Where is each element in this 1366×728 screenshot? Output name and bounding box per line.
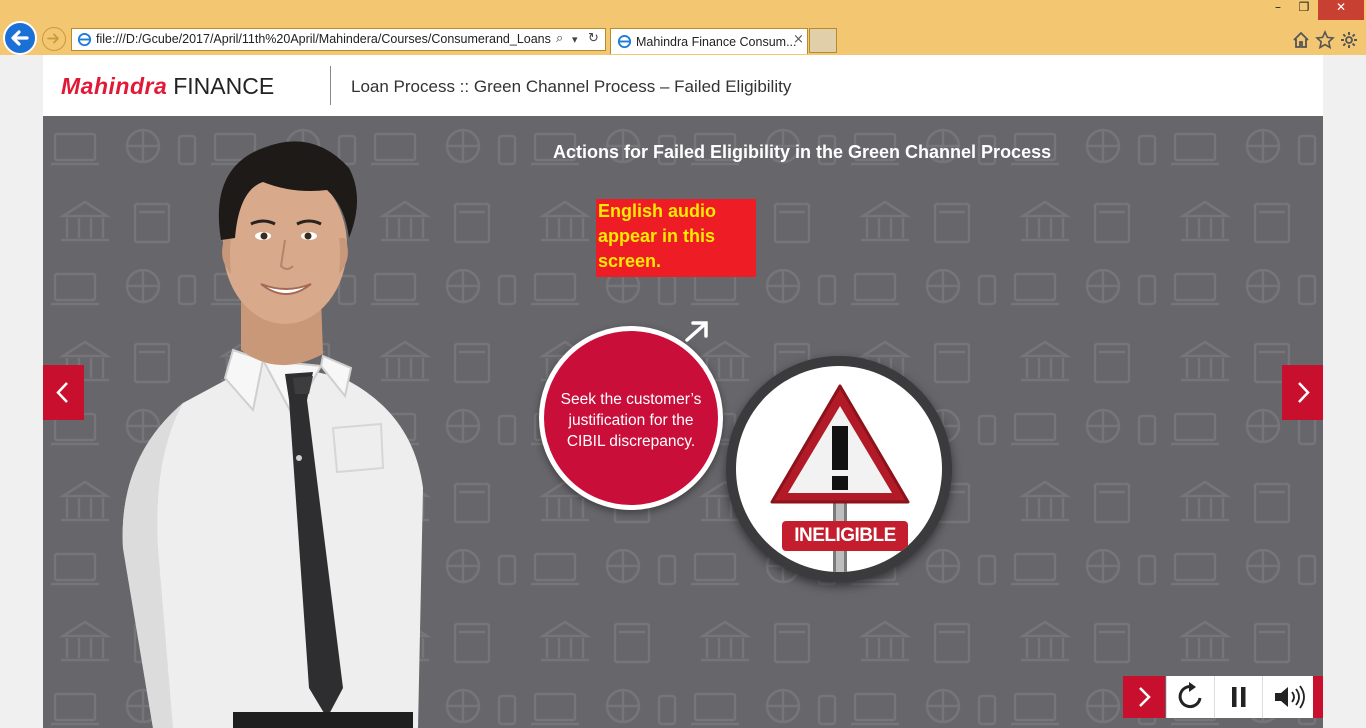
slide-stage: Actions for Failed Eligibility in the Gr… [43, 116, 1323, 728]
controls-edge [1313, 676, 1323, 718]
chevron-left-icon [56, 382, 68, 403]
refresh-icon[interactable]: ↻ [588, 31, 599, 46]
course-header: Mahindra FINANCE Loan Process :: Green Ch… [43, 55, 1323, 116]
audio-note-box: English audio appear in this screen. [596, 199, 756, 277]
tab-close-icon[interactable]: × [793, 32, 804, 47]
search-icon[interactable]: ⌕ [556, 31, 563, 46]
logo-product: FINANCE [173, 73, 275, 99]
back-arrow-icon [11, 30, 29, 46]
next-slide-button[interactable] [1282, 365, 1323, 420]
ineligible-circle: INELIGIBLE [726, 356, 952, 582]
restore-button[interactable]: ❐ [1292, 0, 1316, 20]
player-controls [1123, 676, 1323, 718]
browser-tab[interactable]: Mahindra Finance Consum... × [610, 28, 808, 54]
chevron-right-icon [1139, 687, 1151, 707]
audio-note-line: English audio [598, 201, 717, 221]
seek-justification-circle: Seek the customer’s justification for th… [539, 326, 723, 510]
seek-line: justification for the [568, 412, 694, 429]
pause-icon [1232, 687, 1246, 707]
address-dropdown-icon[interactable]: ▾ [572, 33, 578, 46]
volume-icon [1275, 685, 1305, 709]
minimize-button[interactable]: – [1266, 0, 1290, 20]
prev-slide-button[interactable] [43, 365, 84, 420]
seek-line: CIBIL discrepancy. [566, 433, 696, 450]
address-bar[interactable]: file:///D:/Gcube/2017/April/11th%20April… [71, 28, 606, 51]
ineligible-label: INELIGIBLE [782, 521, 908, 551]
replay-icon [1178, 682, 1202, 709]
audio-note-line: screen. [598, 251, 662, 271]
seek-justification-text: Seek the customer’s justification for th… [544, 389, 718, 452]
forward-button[interactable] [42, 27, 66, 51]
new-tab-button[interactable] [809, 28, 837, 53]
next-button[interactable] [1123, 676, 1165, 718]
course-page: Mahindra FINANCE Loan Process :: Green Ch… [43, 55, 1323, 728]
mahindra-finance-logo: Mahindra FINANCE [61, 73, 274, 100]
close-window-button[interactable]: ✕ [1318, 0, 1364, 20]
browser-chrome: file:///D:/Gcube/2017/April/11th%20April… [0, 0, 1366, 55]
favorites-star-icon[interactable] [1315, 30, 1335, 50]
replay-button[interactable] [1166, 676, 1214, 718]
ie-page-icon [77, 32, 92, 47]
header-divider [330, 66, 331, 105]
tab-title: Mahindra Finance Consum... [636, 35, 797, 49]
ie-tab-icon [617, 34, 632, 49]
logo-brand: Mahindra [61, 73, 168, 99]
settings-gear-icon[interactable] [1339, 30, 1359, 50]
pause-button[interactable] [1214, 676, 1262, 718]
connector-arrow-icon [685, 321, 708, 342]
ineligible-sign-area: INELIGIBLE [736, 366, 942, 572]
forward-arrow-icon [47, 33, 59, 44]
chevron-right-icon [1298, 382, 1310, 403]
audio-note-line: appear in this [598, 226, 716, 246]
back-button[interactable] [3, 21, 37, 55]
page-title: Loan Process :: Green Channel Process – … [351, 77, 792, 96]
seek-line: Seek the customer’s [560, 391, 702, 408]
presenter-image [122, 141, 424, 728]
home-icon[interactable] [1291, 30, 1311, 50]
slide-title: Actions for Failed Eligibility in the Gr… [553, 142, 1052, 162]
address-url[interactable]: file:///D:/Gcube/2017/April/11th%20April… [96, 32, 551, 46]
volume-button[interactable] [1262, 676, 1313, 718]
